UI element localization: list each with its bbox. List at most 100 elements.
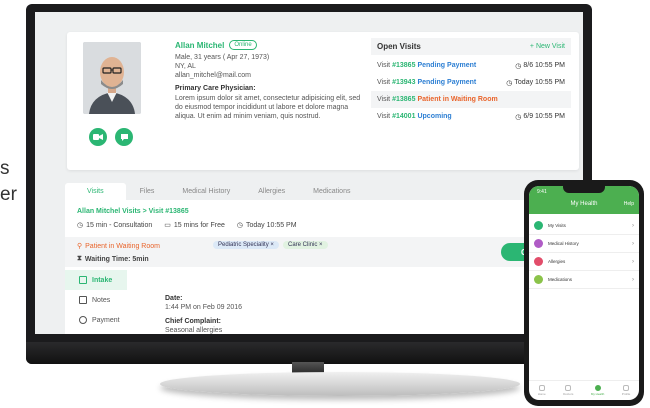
visit-row-time: Today 10:55 PM bbox=[514, 79, 565, 86]
patient-gender-age: Male, 31 years ( Apr 27, 1973) bbox=[175, 54, 270, 61]
location-pin-icon: ⚲ bbox=[77, 243, 83, 250]
phone-menu-item[interactable]: Allergies › bbox=[529, 253, 639, 271]
chat-icon bbox=[120, 133, 128, 141]
visit-status-bar: ⚲ Patient in Waiting Room Pediatric Speci… bbox=[65, 237, 581, 267]
visit-number[interactable]: #13865 bbox=[392, 62, 415, 69]
phone-nav-item[interactable]: Doctors bbox=[563, 385, 573, 396]
nav-icon bbox=[594, 385, 601, 391]
visit-number[interactable]: #13943 bbox=[392, 79, 415, 86]
chat-button[interactable] bbox=[115, 128, 133, 146]
side-item-payment[interactable]: Payment bbox=[65, 310, 127, 330]
phone-header: 9:41 My Health Help bbox=[529, 186, 639, 214]
date-value: 1:44 PM on Feb 09 2016 bbox=[165, 304, 243, 311]
phone-menu-item[interactable]: Medications › bbox=[529, 271, 639, 289]
physician-text: Lorem ipsum dolor sit amet, consectetur … bbox=[175, 95, 361, 120]
specialty-chip[interactable]: Pediatric Speciality × bbox=[213, 241, 279, 249]
video-call-button[interactable] bbox=[89, 128, 107, 146]
open-visits-panel: Open Visits + New Visit Visit #13865 Pendi… bbox=[371, 38, 571, 125]
tab-files[interactable]: Files bbox=[126, 188, 169, 200]
phone-menu-item[interactable]: Medical History › bbox=[529, 235, 639, 253]
patient-location: NY, AL bbox=[175, 63, 196, 70]
chevron-right-icon: › bbox=[632, 258, 634, 265]
tab-visits[interactable]: Visits bbox=[65, 183, 126, 200]
phone-help-link[interactable]: Help bbox=[624, 201, 634, 207]
visit-prefix: Visit bbox=[377, 113, 391, 120]
edge-text-s: s bbox=[0, 158, 10, 179]
phone-nav-label: My Health bbox=[590, 392, 605, 396]
phone-nav-item[interactable]: Profile bbox=[621, 385, 631, 396]
menu-dot-icon bbox=[534, 239, 543, 248]
tab-medical-history[interactable]: Medical History bbox=[168, 188, 244, 200]
visit-prefix: Visit bbox=[377, 62, 391, 69]
phone-nav-item[interactable]: Home bbox=[538, 385, 546, 396]
visit-time: Today 10:55 PM bbox=[245, 221, 297, 229]
patient-info: Allan Mitchel Online Male, 31 years ( Ap… bbox=[175, 40, 365, 121]
patient-email: allan_mitchel@mail.com bbox=[175, 72, 251, 79]
phone-nav-item[interactable]: My Health bbox=[590, 385, 605, 396]
visit-meta: ◷ 15 min - Consultation ▭ 15 mins for Free… bbox=[77, 221, 297, 230]
contact-buttons bbox=[89, 128, 133, 146]
visit-row-time: 8/6 10:55 PM bbox=[523, 62, 565, 69]
calendar-icon: ▭ bbox=[164, 222, 171, 229]
monitor-stand bbox=[160, 372, 520, 396]
visit-row[interactable]: Visit #14001 Upcoming ◷ 6/9 10:55 PM bbox=[371, 108, 571, 125]
phone-menu-item[interactable]: My Visits › bbox=[529, 217, 639, 235]
phone-clock: 9:41 bbox=[537, 189, 547, 195]
monitor-chin bbox=[26, 342, 592, 364]
patient-photo bbox=[83, 42, 141, 114]
clipboard-icon bbox=[79, 276, 87, 284]
clock-icon: ◷ bbox=[236, 222, 243, 229]
side-item-label: Payment bbox=[92, 316, 120, 324]
visit-row-time: 6/9 10:55 PM bbox=[523, 113, 565, 120]
clock-icon: ◷ bbox=[77, 222, 84, 229]
clock-icon: ◷ bbox=[515, 62, 522, 70]
clock-icon: ◷ bbox=[515, 113, 522, 121]
visit-row[interactable]: Visit #13865 Pending Payment ◷ 8/6 10:55 PM bbox=[371, 57, 571, 74]
visit-status-text: Upcoming bbox=[417, 113, 452, 120]
tab-medications[interactable]: Medications bbox=[299, 188, 364, 200]
menu-dot-icon bbox=[534, 257, 543, 266]
visit-prefix: Visit bbox=[377, 96, 391, 103]
phone-menu-label: Medications bbox=[548, 277, 573, 282]
visit-status-text: Patient in Waiting Room bbox=[417, 96, 498, 103]
visit-row[interactable]: Visit #13943 Pending Payment ◷ Today 10:55 P… bbox=[371, 74, 571, 91]
side-item-label: Notes bbox=[92, 296, 111, 304]
intake-content: Date: 1:44 PM on Feb 09 2016 Chief Compl… bbox=[165, 294, 242, 334]
phone: 9:41 My Health Help My Visits › Medical Hi… bbox=[524, 180, 644, 406]
visit-row[interactable]: Visit #13865 Patient in Waiting Room bbox=[371, 91, 571, 108]
tab-allergies[interactable]: Allergies bbox=[244, 188, 299, 200]
phone-menu: My Visits › Medical History › Allergies › Medi… bbox=[529, 214, 639, 289]
new-visit-button[interactable]: + New Visit bbox=[530, 43, 565, 50]
phone-title: My Health bbox=[570, 201, 598, 207]
side-item-notes[interactable]: Notes bbox=[65, 290, 127, 310]
chevron-right-icon: › bbox=[632, 240, 634, 247]
consult-type: 15 min - Consultation bbox=[86, 221, 153, 229]
visit-number[interactable]: #13865 bbox=[392, 96, 415, 103]
monitor-screen: Allan Mitchel Online Male, 31 years ( Ap… bbox=[35, 12, 583, 334]
visit-status-text: Pending Payment bbox=[417, 62, 477, 69]
notes-icon bbox=[79, 296, 87, 304]
visit-number[interactable]: #14001 bbox=[392, 113, 415, 120]
monitor: Allan Mitchel Online Male, 31 years ( Ap… bbox=[26, 4, 592, 364]
visit-side-menu: Intake Notes Payment bbox=[65, 270, 127, 330]
visit-status: Patient in Waiting Room bbox=[85, 242, 160, 250]
phone-menu-label: Medical History bbox=[548, 241, 579, 246]
edge-text-er: er bbox=[0, 184, 17, 205]
phone-notch bbox=[563, 186, 605, 193]
side-item-intake[interactable]: Intake bbox=[65, 270, 127, 290]
clock-icon: ◷ bbox=[506, 79, 513, 87]
phone-nav-label: Profile bbox=[621, 392, 631, 396]
patient-tabs: Visits Files Medical History Allergies M… bbox=[65, 182, 581, 200]
physician-label: Primary Care Physician: bbox=[175, 85, 256, 92]
menu-dot-icon bbox=[534, 275, 543, 284]
side-item-label: Intake bbox=[92, 276, 113, 284]
clinic-chip[interactable]: Care Clinic × bbox=[283, 241, 328, 249]
chevron-right-icon: › bbox=[632, 276, 634, 283]
open-visits-title: Open Visits bbox=[377, 42, 421, 51]
visit-prefix: Visit bbox=[377, 79, 391, 86]
complaint-value: Seasonal allergies bbox=[165, 327, 223, 334]
breadcrumb[interactable]: Allan Mitchel Visits > Visit #13865 bbox=[77, 208, 189, 215]
dollar-icon bbox=[79, 316, 87, 324]
status-badge: Online bbox=[229, 40, 257, 50]
visit-detail: Allan Mitchel Visits > Visit #13865 ◷ 15 … bbox=[65, 200, 581, 334]
